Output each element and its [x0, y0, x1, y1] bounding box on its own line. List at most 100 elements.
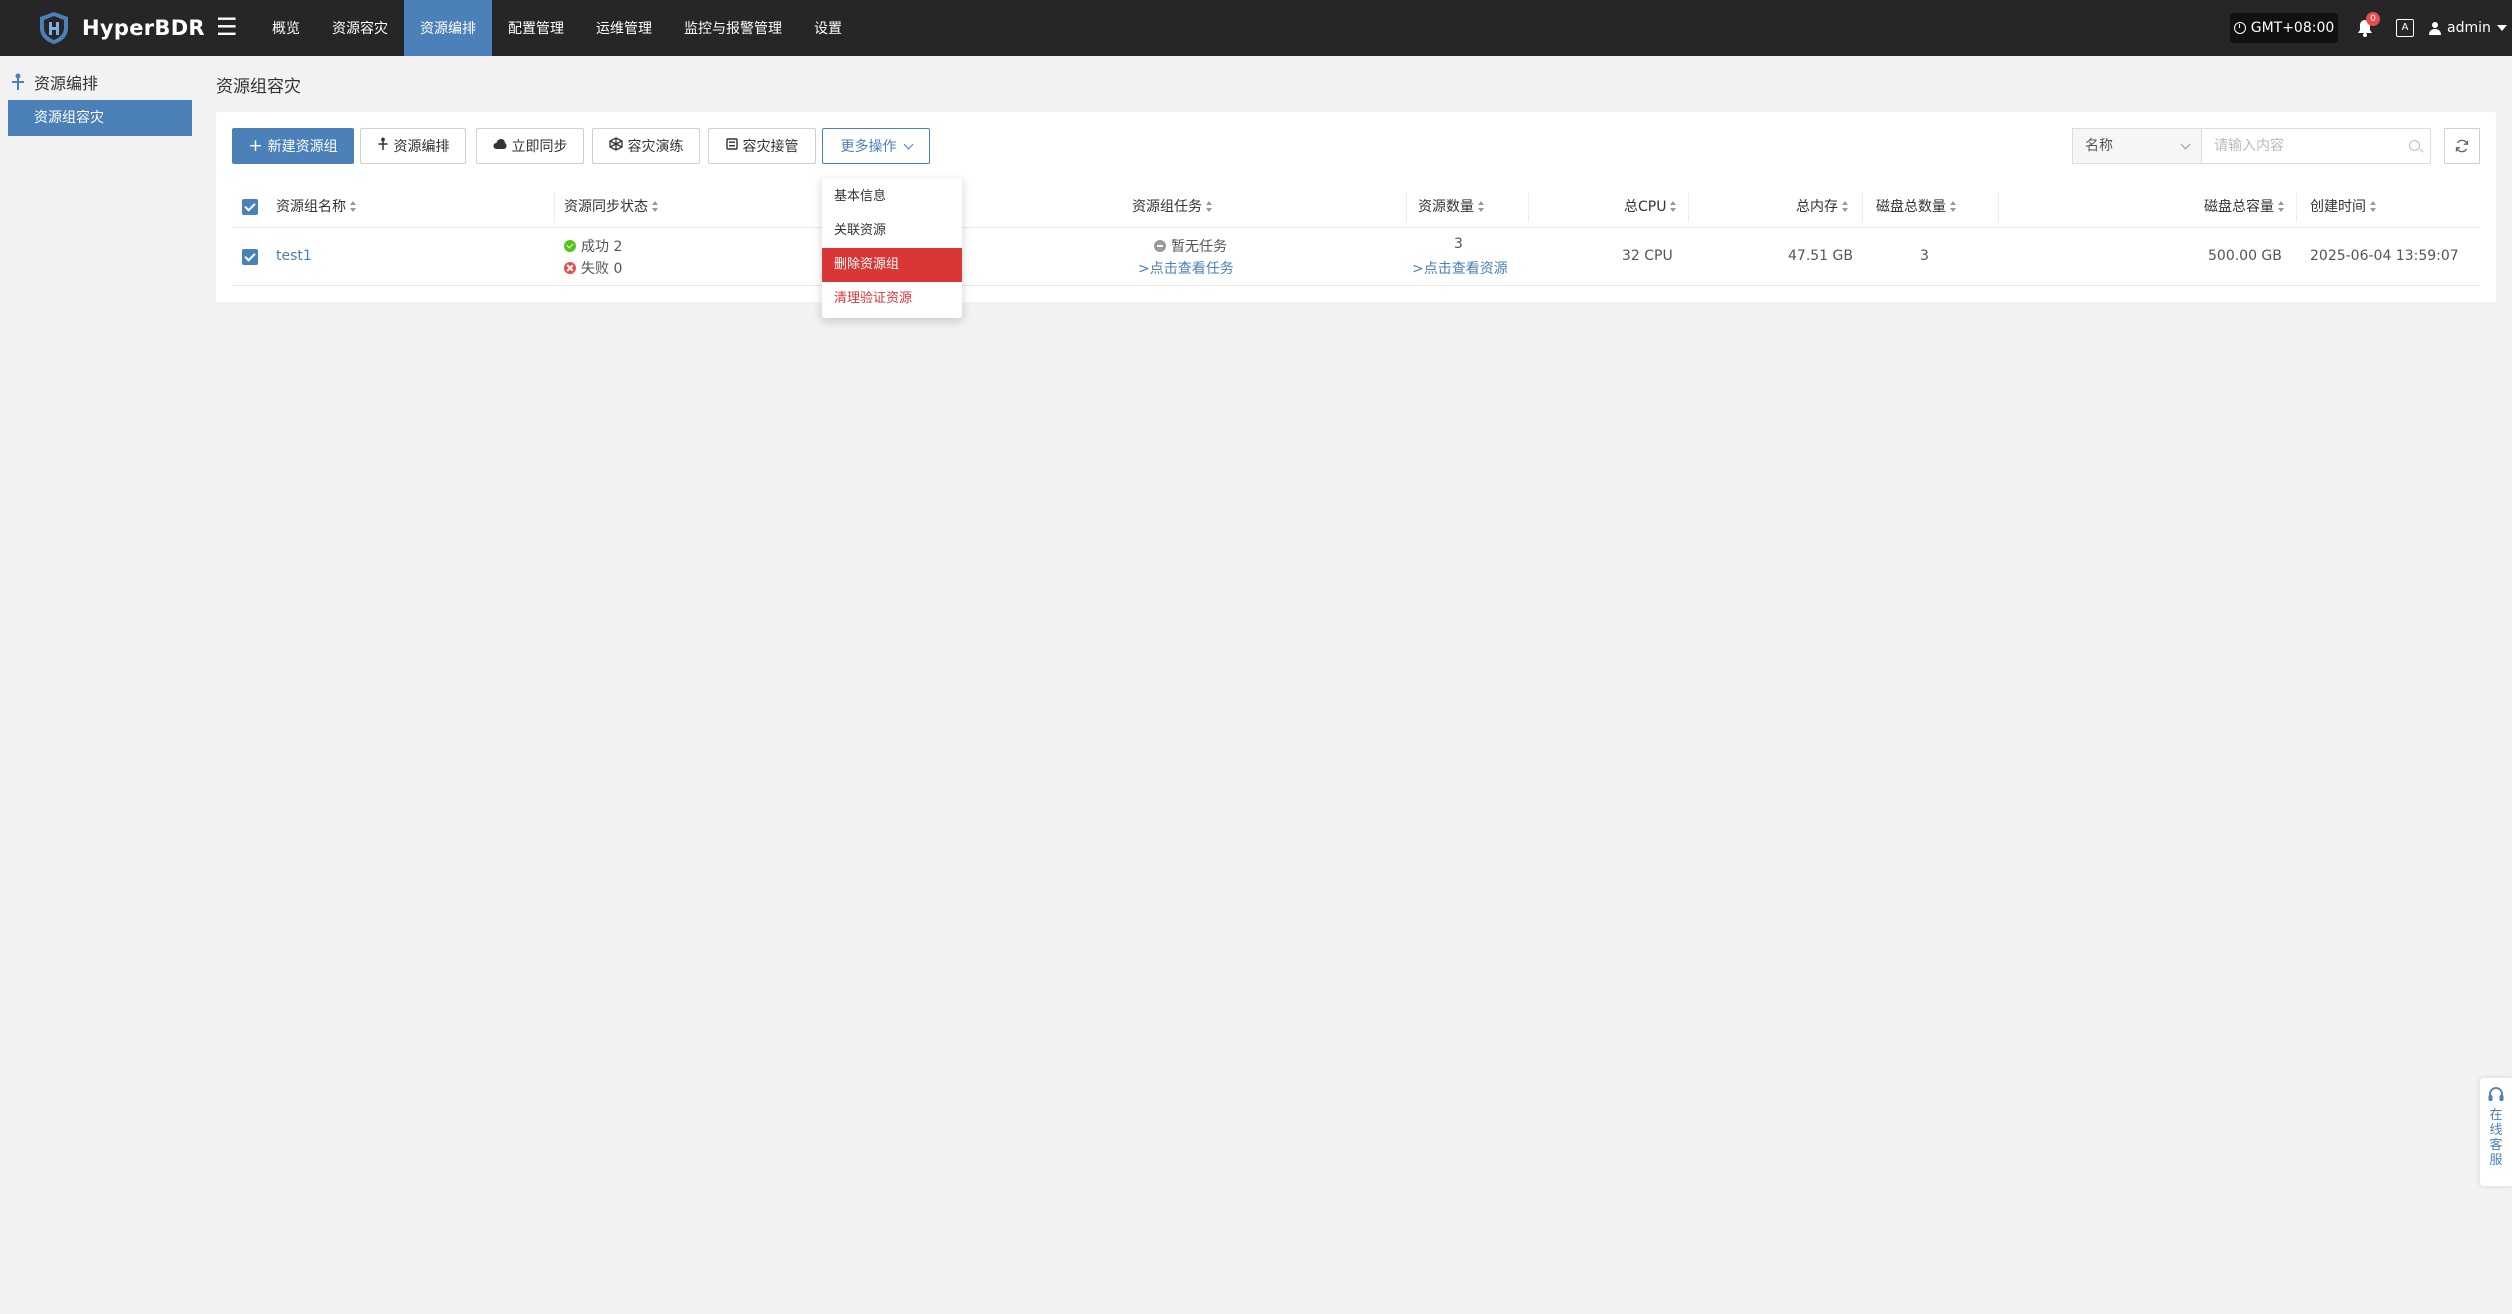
search-field-selected: 名称	[2085, 138, 2113, 154]
search-icon[interactable]	[2409, 140, 2420, 151]
sort-icon	[1950, 200, 1957, 212]
column-header-disk-count[interactable]: 磁盘总数量	[1876, 186, 1957, 228]
more-actions-button[interactable]: 更多操作	[822, 128, 930, 164]
created-time: 2025-06-04 13:59:07	[2310, 248, 2459, 264]
column-header-resource-count[interactable]: 资源数量	[1418, 186, 1485, 228]
orchestration-icon	[12, 73, 24, 90]
column-divider	[2296, 192, 2297, 222]
group-name-link[interactable]: test1	[276, 248, 312, 264]
error-x-icon	[564, 262, 576, 274]
search-input[interactable]: 请输入内容	[2201, 128, 2431, 164]
column-divider	[1998, 192, 1999, 222]
refresh-icon	[2455, 139, 2469, 153]
disk-capacity: 500.00 GB	[2208, 248, 2282, 264]
orchestrate-button[interactable]: 资源编排	[360, 128, 466, 164]
username: admin	[2447, 20, 2491, 36]
caret-down-icon	[2496, 25, 2507, 31]
main-nav: 概览 资源容灾 资源编排 配置管理 运维管理 监控与报警管理 设置	[256, 0, 858, 56]
sort-icon	[350, 200, 357, 212]
language-icon[interactable]: A	[2396, 19, 2414, 37]
nav-item-settings[interactable]: 设置	[798, 0, 858, 56]
column-divider	[554, 192, 555, 222]
clock-icon	[2233, 22, 2246, 34]
user-icon	[2429, 22, 2441, 35]
timezone-label: GMT+08:00	[2250, 20, 2335, 36]
sort-icon	[1842, 200, 1849, 212]
sort-icon	[652, 200, 659, 212]
select-all-checkbox[interactable]	[242, 199, 258, 215]
plus-icon: +	[248, 136, 263, 156]
column-header-created[interactable]: 创建时间	[2310, 186, 2377, 228]
timezone-badge[interactable]: GMT+08:00	[2230, 13, 2338, 43]
menu-toggle-icon[interactable]: ☰	[216, 13, 238, 41]
column-header-cpu[interactable]: 总CPU	[1624, 186, 1677, 228]
orchestrate-label: 资源编排	[393, 139, 450, 155]
column-divider	[1406, 192, 1407, 222]
nav-item-resource-dr[interactable]: 资源容灾	[316, 0, 404, 56]
table-header: 资源组名称 资源同步状态 资源组任务 资源数量 总CPU 总内存 磁盘总数量 磁…	[232, 186, 2480, 228]
total-cpu: 32 CPU	[1622, 248, 1673, 264]
sync-now-label: 立即同步	[511, 139, 568, 155]
menu-item-basic-info[interactable]: 基本信息	[822, 180, 962, 214]
search-field-select[interactable]: 名称	[2072, 128, 2202, 164]
sync-success: 成功 2	[564, 236, 622, 256]
more-actions-label: 更多操作	[840, 139, 897, 155]
dr-drill-button[interactable]: 容灾演练	[592, 128, 700, 164]
chevron-down-icon	[903, 139, 913, 149]
dr-drill-label: 容灾演练	[627, 139, 684, 155]
sidebar-item-resource-group-dr[interactable]: 资源组容灾	[8, 100, 192, 136]
table-row: test1 成功 2 失败 0 暂无任务 >点击查看任务 3 >点击查看资源 3…	[232, 228, 2480, 286]
shield-logo-icon	[40, 12, 68, 44]
user-menu[interactable]: admin	[2428, 16, 2507, 40]
column-divider	[1862, 192, 1863, 222]
online-service-tab[interactable]: 在线客服	[2480, 1078, 2512, 1186]
sidebar-section-title: 资源编排	[10, 70, 98, 94]
new-group-label: 新建资源组	[267, 139, 338, 155]
server-icon	[725, 138, 738, 154]
new-group-button[interactable]: + 新建资源组	[232, 128, 354, 164]
column-divider	[1528, 192, 1529, 222]
sidebar-section-label: 资源编排	[34, 74, 99, 93]
minus-circle-icon	[1154, 240, 1166, 252]
more-actions-dropdown: 基本信息 关联资源 删除资源组 清理验证资源	[822, 178, 962, 318]
resource-count: 3	[1454, 236, 1463, 252]
refresh-button[interactable]	[2444, 128, 2480, 164]
cloud-sync-icon	[493, 138, 507, 154]
column-header-disk-capacity[interactable]: 磁盘总容量	[2204, 186, 2285, 228]
column-header-sync-status[interactable]: 资源同步状态	[564, 186, 659, 228]
page-title: 资源组容灾	[216, 77, 301, 97]
online-service-label: 在线客服	[2489, 1108, 2503, 1168]
column-header-memory[interactable]: 总内存	[1796, 186, 1849, 228]
menu-item-related-resources[interactable]: 关联资源	[822, 214, 962, 248]
sort-icon	[1478, 200, 1485, 212]
nav-item-ops[interactable]: 运维管理	[580, 0, 668, 56]
dr-takeover-button[interactable]: 容灾接管	[708, 128, 816, 164]
menu-item-clean-verify-resources[interactable]: 清理验证资源	[822, 282, 962, 316]
row-checkbox[interactable]	[242, 249, 258, 265]
app-logo[interactable]: HyperBDR	[36, 10, 205, 46]
nav-item-overview[interactable]: 概览	[256, 0, 316, 56]
task-status: 暂无任务	[1154, 236, 1227, 256]
sync-failed: 失败 0	[564, 258, 622, 278]
nav-item-orchestration[interactable]: 资源编排	[404, 0, 492, 56]
column-header-name[interactable]: 资源组名称	[276, 186, 357, 228]
view-tasks-link[interactable]: >点击查看任务	[1138, 258, 1234, 278]
view-resources-link[interactable]: >点击查看资源	[1412, 258, 1508, 278]
total-memory: 47.51 GB	[1788, 248, 1853, 264]
headset-icon	[2488, 1087, 2504, 1101]
sort-icon	[2370, 200, 2377, 212]
sort-icon	[1206, 200, 1213, 212]
content-card: + 新建资源组 资源编排 立即同步 容灾演练 容灾接管 更多操作 名称 请输入内…	[216, 112, 2496, 302]
menu-item-delete-group[interactable]: 删除资源组	[822, 248, 962, 282]
search-placeholder: 请输入内容	[2214, 138, 2284, 154]
column-header-task[interactable]: 资源组任务	[1132, 186, 1213, 228]
column-divider	[1688, 192, 1689, 222]
cube-icon	[608, 137, 623, 155]
nav-item-monitoring[interactable]: 监控与报警管理	[668, 0, 798, 56]
notification-badge: 0	[2366, 12, 2380, 26]
sort-icon	[2278, 200, 2285, 212]
sync-now-button[interactable]: 立即同步	[476, 128, 584, 164]
nav-item-config[interactable]: 配置管理	[492, 0, 580, 56]
app-name: HyperBDR	[82, 16, 205, 40]
disk-count: 3	[1920, 248, 1929, 264]
